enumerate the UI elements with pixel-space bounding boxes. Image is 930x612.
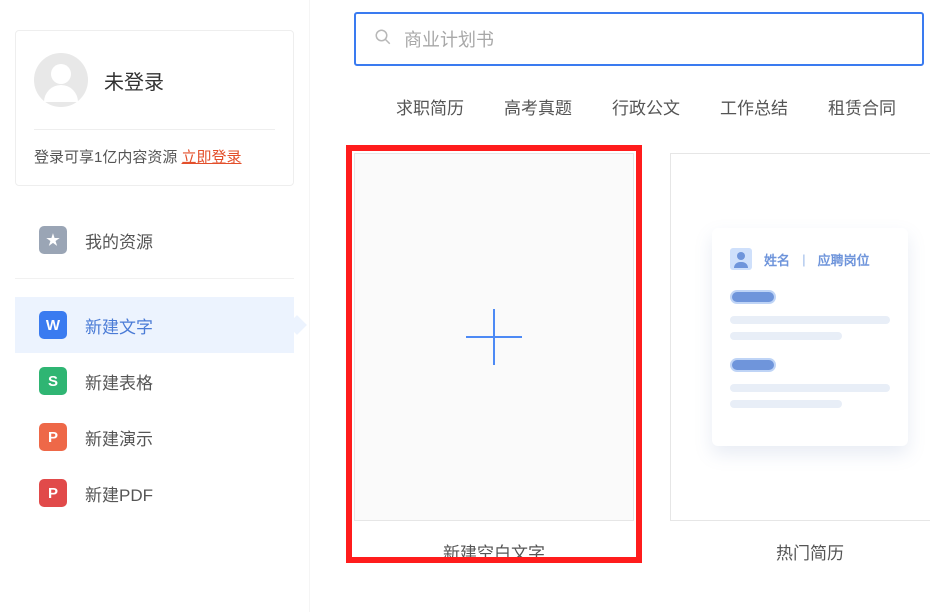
card-blank-document[interactable] [354,153,634,521]
slide-icon: P [39,423,67,451]
resume-line [730,400,842,408]
sidebar-item-new-word[interactable]: W 新建文字 [15,297,294,353]
login-hint-text: 登录可享1亿内容资源 [34,149,182,166]
card-resume-label: 热门简历 [670,539,930,564]
sidebar-item-my-resources[interactable]: ★ 我的资源 [15,212,294,268]
card-blank-wrap: 新建空白文字 [354,153,634,564]
sidebar-item-new-sheet[interactable]: S 新建表格 [15,353,294,409]
quick-tag[interactable]: 工作总结 [720,94,788,119]
avatar-icon [34,53,88,107]
sidebar-item-label: 新建表格 [85,369,153,394]
main-area: 商业计划书 求职简历 高考真题 行政公文 工作总结 租赁合同 新建空白文字 [310,0,930,612]
card-resume-wrap: 姓名 | 应聘岗位 热门简历 [670,153,930,564]
sidebar-item-new-slide[interactable]: P 新建演示 [15,409,294,465]
sidebar-item-label: 新建文字 [85,313,153,338]
word-icon: W [39,311,67,339]
nav-divider [15,278,294,279]
resume-line [730,384,890,392]
resume-line [730,332,842,340]
resume-section-pill [730,358,776,372]
sidebar: 未登录 登录可享1亿内容资源 立即登录 ★ 我的资源 W 新建文字 S 新建表格… [0,0,310,612]
user-row: 未登录 [34,53,275,130]
search-placeholder: 商业计划书 [404,26,494,52]
person-icon [730,248,752,270]
sidebar-item-label: 新建演示 [85,425,153,450]
login-hint-row: 登录可享1亿内容资源 立即登录 [34,146,275,167]
resume-preview-header: 姓名 | 应聘岗位 [730,248,890,270]
search-icon [374,28,392,51]
card-resume-template[interactable]: 姓名 | 应聘岗位 [670,153,930,521]
sidebar-item-new-pdf[interactable]: P 新建PDF [15,465,294,521]
card-blank-label: 新建空白文字 [354,539,634,564]
login-link[interactable]: 立即登录 [182,149,242,166]
quick-tag[interactable]: 行政公文 [612,94,680,119]
resume-header-name: 姓名 [764,250,790,269]
plus-icon [466,309,522,365]
resume-header-pos: 应聘岗位 [818,250,870,269]
sidebar-item-label: 新建PDF [85,481,153,506]
quick-tag[interactable]: 求职简历 [396,94,464,119]
resume-line [730,316,890,324]
search-input[interactable]: 商业计划书 [354,12,924,66]
sheet-icon: S [39,367,67,395]
quick-tag[interactable]: 高考真题 [504,94,572,119]
app-root: 未登录 登录可享1亿内容资源 立即登录 ★ 我的资源 W 新建文字 S 新建表格… [0,0,930,612]
pdf-icon: P [39,479,67,507]
login-status: 未登录 [104,66,164,95]
quick-tag[interactable]: 租赁合同 [828,94,896,119]
nav-list: ★ 我的资源 W 新建文字 S 新建表格 P 新建演示 P 新建PDF [15,212,294,521]
template-cards: 新建空白文字 姓名 | 应聘岗位 [354,153,930,564]
star-icon: ★ [39,226,67,254]
quick-tags: 求职简历 高考真题 行政公文 工作总结 租赁合同 [396,94,930,119]
resume-doc-preview: 姓名 | 应聘岗位 [712,228,908,446]
user-card: 未登录 登录可享1亿内容资源 立即登录 [15,30,294,186]
sidebar-item-label: 我的资源 [85,228,153,253]
resume-section-pill [730,290,776,304]
resume-header-sep: | [802,252,806,267]
